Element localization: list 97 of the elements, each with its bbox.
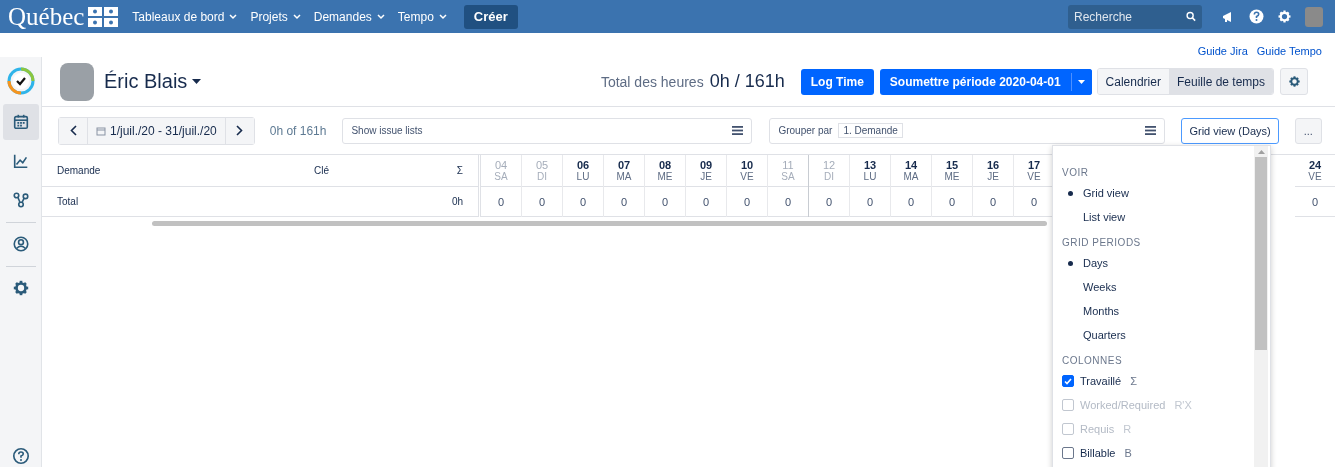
menu-icon[interactable] xyxy=(732,126,744,135)
chevron-down-icon xyxy=(229,13,238,20)
help-icon[interactable] xyxy=(11,447,30,465)
chevron-left-icon xyxy=(69,125,77,136)
total-value: 0h / 161h xyxy=(709,71,785,92)
column-header: Σ xyxy=(456,165,463,176)
day-header: 08 ME xyxy=(645,155,685,187)
scrollbar[interactable] xyxy=(1254,146,1268,467)
calendar-icon xyxy=(11,113,30,131)
settings-icon xyxy=(1287,75,1301,88)
user-icon xyxy=(11,235,30,253)
scrollbar[interactable] xyxy=(152,221,1047,226)
menu-item[interactable]: Months xyxy=(1062,299,1254,323)
settings-icon xyxy=(11,279,30,297)
menu-item[interactable]: Travaillé Σ xyxy=(1062,369,1254,393)
table-cell: 0 xyxy=(522,187,562,217)
log-time-button[interactable]: Log Time xyxy=(800,68,874,95)
user-name[interactable]: Éric Blais xyxy=(104,70,188,93)
total-label: Total des heures xyxy=(600,73,704,90)
nav-menu[interactable]: Projets xyxy=(250,9,301,24)
day-header: 04 SA xyxy=(481,155,521,187)
group-tag[interactable]: 1. Demande xyxy=(838,123,903,138)
menu-item[interactable]: Grid view xyxy=(1062,181,1254,205)
section-title: GRID PERIODS xyxy=(1062,235,1142,250)
table-cell: 0 xyxy=(809,187,849,217)
table-cell-text: Total xyxy=(57,196,80,207)
hours-summary: 0h of 161h xyxy=(269,123,327,138)
menu-icon[interactable] xyxy=(1145,126,1157,135)
day-header: 11 SA xyxy=(768,155,808,187)
table-cell: 0h xyxy=(451,196,463,207)
table-cell: 0 xyxy=(850,187,890,217)
day-header: 16 JE xyxy=(973,155,1013,187)
view-button[interactable]: Grid view (Days) xyxy=(1181,117,1279,144)
day-header: 14 MA xyxy=(891,155,931,187)
table-cell: 0 xyxy=(645,187,685,217)
chevron-right-icon xyxy=(236,125,244,136)
menu-item[interactable]: Quarters xyxy=(1062,323,1254,347)
chart-icon xyxy=(11,152,30,170)
caret-icon xyxy=(1078,79,1086,84)
day-header: 15 ME xyxy=(932,155,972,187)
tempo-logo-icon[interactable] xyxy=(6,67,35,95)
day-header: 10 VE xyxy=(727,155,767,187)
logo[interactable]: Québec xyxy=(8,2,85,31)
settings-icon[interactable] xyxy=(1277,9,1292,24)
day-header: 13 LU xyxy=(850,155,890,187)
section-title: VOIR xyxy=(1062,165,1090,180)
column-header: Clé xyxy=(314,165,330,176)
table-cell: 0 xyxy=(973,187,1013,217)
table-cell: 0 xyxy=(481,187,521,217)
view-tab[interactable]: Calendrier xyxy=(1097,69,1169,94)
guide-link[interactable]: Guide Jira xyxy=(1197,45,1248,57)
day-header: 07 MA xyxy=(604,155,644,187)
chevron-down-icon xyxy=(438,13,447,20)
help-icon[interactable] xyxy=(1249,9,1264,24)
create-button[interactable]: Créer xyxy=(463,4,518,29)
avatar xyxy=(60,62,94,101)
search-icon[interactable] xyxy=(1185,11,1196,22)
search-input[interactable]: Recherche xyxy=(1074,9,1186,24)
guide-link[interactable]: Guide Tempo xyxy=(1256,45,1322,57)
table-cell: 0 xyxy=(768,187,808,217)
checkbox[interactable] xyxy=(1062,375,1074,387)
table-cell: 0 xyxy=(604,187,644,217)
group-by-field[interactable]: Grouper par 1. Demande xyxy=(769,117,1166,144)
menu-item[interactable]: Weeks xyxy=(1062,275,1254,299)
day-header: 09 JE xyxy=(686,155,726,187)
table-cell: 0 xyxy=(932,187,972,217)
chevron-down-icon xyxy=(376,13,385,20)
table-cell: 0 xyxy=(1295,187,1335,217)
checkbox[interactable] xyxy=(1062,447,1074,459)
calendar-icon xyxy=(96,125,106,136)
date-range-button[interactable]: 1/juil./20 - 31/juil./20 xyxy=(87,117,226,144)
day-header: 06 LU xyxy=(563,155,603,187)
column-header: Demande xyxy=(57,165,102,176)
nav-menu[interactable]: Tempo xyxy=(397,9,447,24)
settings-button[interactable] xyxy=(1280,68,1308,95)
view-tab[interactable]: Feuille de temps xyxy=(1168,69,1273,94)
day-header: 24 VE xyxy=(1295,155,1335,187)
caret-icon[interactable] xyxy=(192,79,202,84)
menu-item[interactable]: Days xyxy=(1062,251,1254,275)
day-header: 05 DI xyxy=(522,155,562,187)
table-cell: 0 xyxy=(891,187,931,217)
issue-lists-field[interactable]: Show issue lists xyxy=(342,117,753,144)
nav-menu[interactable]: Demandes xyxy=(313,9,385,24)
search-field[interactable]: Recherche xyxy=(1068,4,1202,29)
day-header: 12 DI xyxy=(809,155,849,187)
more-button[interactable]: ... xyxy=(1294,117,1322,144)
flag-icon xyxy=(88,6,119,27)
table-cell: 0 xyxy=(686,187,726,217)
nav-menu[interactable]: Tableaux de bord xyxy=(132,9,238,24)
table-cell: 0 xyxy=(563,187,603,217)
menu-item[interactable]: List view xyxy=(1062,205,1254,229)
network-icon xyxy=(11,191,30,209)
sidebar-item[interactable] xyxy=(2,104,39,140)
section-title: COLONNES xyxy=(1062,353,1124,368)
menu-item[interactable]: Billable B xyxy=(1062,441,1254,465)
table-cell: 0 xyxy=(727,187,767,217)
chevron-down-icon xyxy=(292,13,301,20)
